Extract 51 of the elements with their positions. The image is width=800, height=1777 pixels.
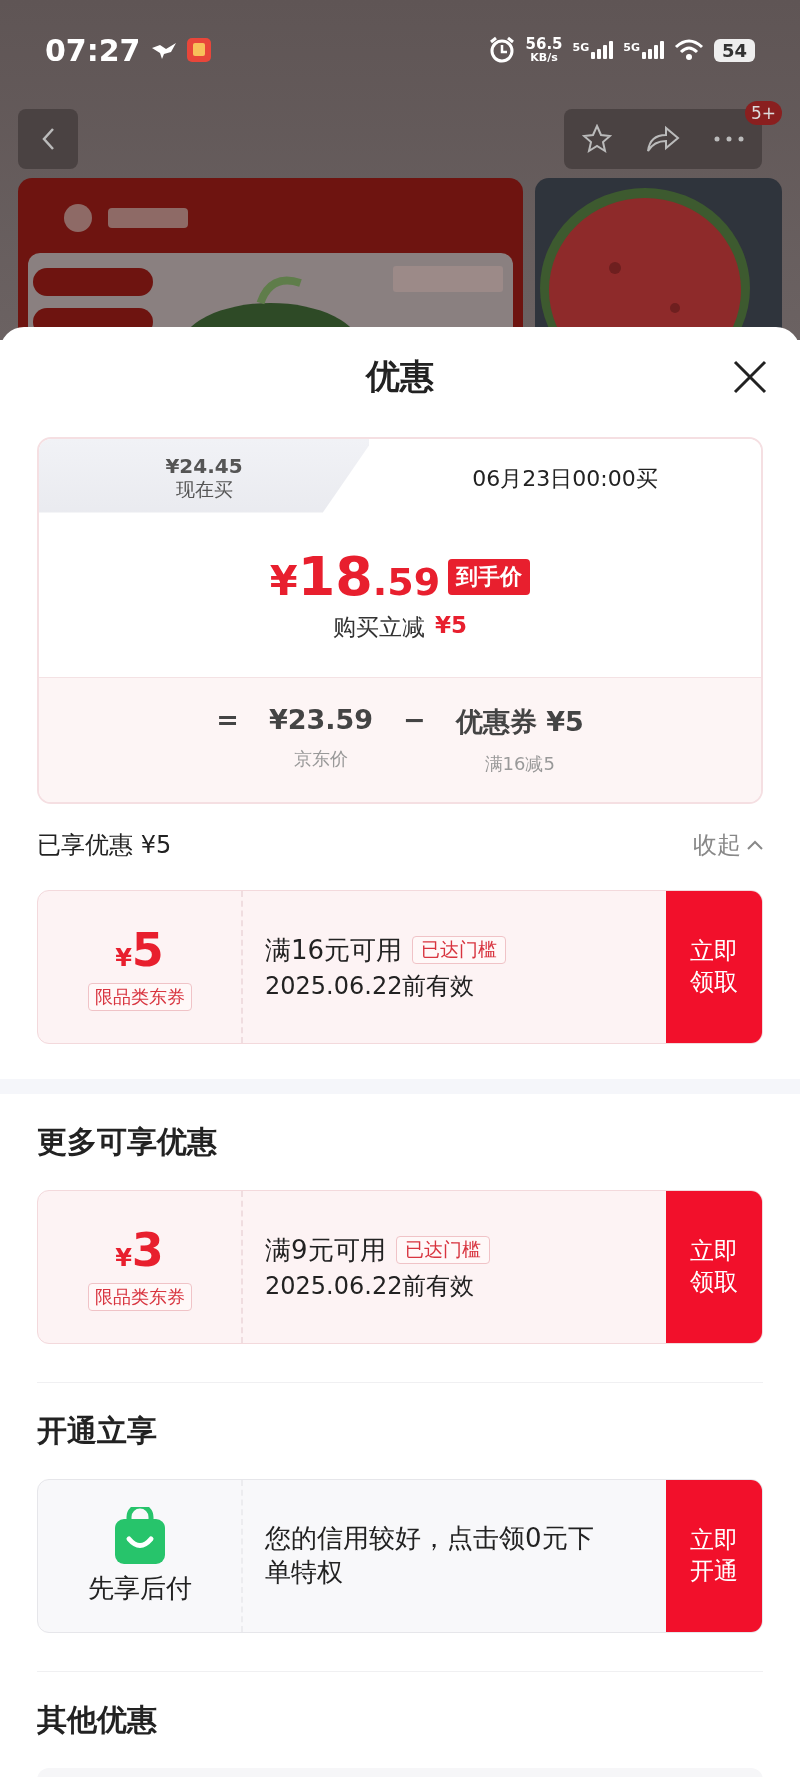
notification-badge: 5+ [744,101,782,125]
formula-caption: 京东价 [294,747,348,771]
signal-icon [591,41,614,59]
coupon-value: ¥5 [115,923,164,977]
network-type: 5G [623,41,640,54]
star-icon [582,124,612,154]
threshold-tag: 已达门槛 [412,936,507,964]
claim-button[interactable]: 立即开通 [666,1480,762,1632]
formula-value: ¥23.59 [268,704,374,735]
collapse-toggle[interactable]: 收起 [693,829,763,861]
formula-operator: = [216,704,239,737]
threshold-tag: 已达门槛 [395,1236,490,1264]
formula-value: 优惠券 ¥5 [455,705,584,739]
chevron-up-icon [747,840,763,850]
more-icon [714,136,744,142]
coupon-condition: 满9元可用 [265,1233,386,1267]
service-description: 您的信用较好，点击领0元下单特权 [265,1522,595,1589]
clock-time: 07:27 [45,32,141,68]
applied-discount: 已享优惠 ¥5 [37,830,172,861]
shopping-bag-icon [112,1506,167,1565]
coupon-validity: 2025.06.22前有效 [265,970,476,1002]
price-tag: 到手价 [448,558,531,595]
formula-operator: − [403,704,426,737]
section-title: 开通立享 [37,1412,158,1450]
coupon-condition: 满16元可用 [265,933,403,967]
coupon-validity: 2025.06.22前有效 [265,1270,476,1302]
coupon-scope: 限品类东券 [87,1283,192,1311]
reduction-label: 购买立减 [333,613,425,642]
coupon-value: ¥3 [115,1223,164,1277]
service-name: 先享后付 [87,1571,192,1605]
final-price: ¥18.59 [269,545,441,608]
speed-unit: KB/s [530,52,558,63]
network-type: 5G [572,41,590,54]
share-icon [646,125,680,153]
chevron-left-icon [41,127,55,151]
claim-button[interactable]: 立即领取 [666,891,762,1043]
bird-icon [150,40,177,60]
battery-indicator: 54 [713,38,755,62]
signal-icon [641,41,664,59]
app-icon [186,38,211,62]
network-speed: 56.5 [525,37,563,52]
alarm-icon [487,36,516,64]
reduction-amount: ¥5 [435,612,467,640]
wifi-icon [673,38,704,62]
close-icon [733,360,767,394]
section-title: 其他优惠 [37,1701,158,1739]
formula-caption: 满16减5 [484,752,555,776]
section-title: 更多可享优惠 [37,1123,218,1161]
coupon-scope: 限品类东券 [87,983,192,1011]
claim-button[interactable]: 立即领取 [666,1191,762,1343]
sheet-title: 优惠 [366,355,434,398]
